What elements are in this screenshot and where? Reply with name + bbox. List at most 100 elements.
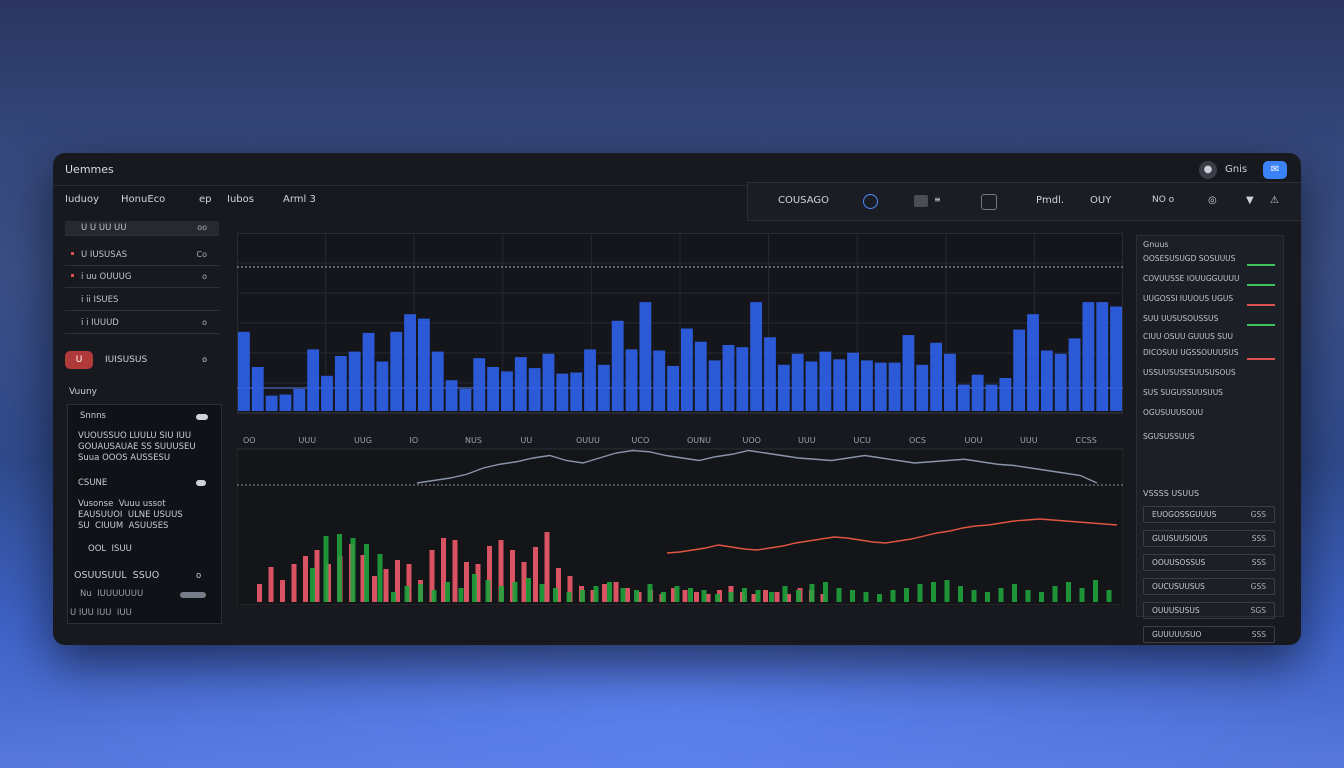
nav-item-2[interactable]: HonuEco — [121, 194, 165, 205]
histogram-bar — [268, 567, 274, 602]
histogram-bar — [1106, 590, 1112, 602]
user-icon[interactable]: ● — [1199, 161, 1217, 179]
field-selector[interactable]: Pmdl. — [1036, 195, 1064, 206]
volume-bar — [334, 356, 347, 411]
volume-bar — [321, 375, 333, 411]
right-box[interactable]: EUOGOSSGUUUS GSS — [1143, 506, 1275, 523]
histogram-bar — [303, 556, 308, 602]
tick-label: UOU — [965, 436, 983, 445]
right-box[interactable]: GUUUUUSUO SSS — [1143, 626, 1275, 643]
chip-selector[interactable]: OUY — [1090, 195, 1111, 206]
volume-bar — [251, 367, 264, 411]
right-list-item[interactable]: SUS SUGUSSUUSUUS — [1143, 388, 1275, 397]
list-item[interactable]: U IUSUSAS Co — [65, 245, 219, 266]
volume-bar — [1027, 314, 1039, 411]
list-item[interactable]: i uu OUUUG o — [65, 267, 219, 288]
histogram-bar — [890, 590, 896, 602]
tick-label: CCSS — [1076, 436, 1097, 445]
circle-icon[interactable] — [863, 194, 878, 209]
left-sidebar: U U UU UU oo U IUSUSAS Co i uu OUUUG o i… — [65, 221, 222, 624]
right-list-item[interactable]: CIUU OSUU GUUUS SUU — [1143, 332, 1275, 341]
alert-icon[interactable]: ⚠ — [1270, 195, 1279, 206]
histogram-bar — [661, 592, 666, 602]
filter-icon[interactable]: ▼ — [1246, 195, 1254, 206]
histogram-bar — [688, 588, 693, 602]
layout-icon[interactable] — [914, 195, 928, 207]
toggle-icon[interactable] — [196, 414, 208, 420]
volume-bar — [1054, 353, 1067, 411]
right-list-item[interactable]: OOSESUSUGD SOSUUUS — [1143, 254, 1275, 263]
list-item[interactable]: i ii ISUES — [65, 290, 219, 311]
list-item[interactable]: U U UU UU oo — [65, 221, 219, 236]
volume-bar — [916, 364, 929, 411]
volume-bar — [944, 353, 956, 411]
symbol-selector[interactable]: COUSAGO — [778, 195, 829, 206]
grid-icon[interactable] — [981, 194, 997, 210]
panel-block-2: Vusonse Vuuu ussot EAUSUUOI ULNE USUUS S… — [78, 499, 183, 531]
histogram-bar — [763, 590, 768, 602]
toggle-icon[interactable] — [196, 480, 206, 486]
volume-bar — [404, 314, 416, 411]
volume-bar — [805, 361, 818, 411]
volume-bar — [584, 349, 596, 411]
histogram-bar — [1066, 582, 1071, 602]
right-list-item[interactable]: SGUSUSSUUS — [1143, 432, 1275, 441]
histogram-bar — [383, 569, 389, 602]
status-bar — [1247, 358, 1275, 360]
volume-bar — [528, 368, 541, 411]
histogram-bar — [769, 592, 774, 602]
histogram-bar — [634, 590, 639, 602]
right-list-item[interactable]: DICOSUU UGSSOUUUSUS — [1143, 348, 1275, 357]
status-bar — [1247, 304, 1275, 306]
right-box-label: OOUUSOSSUS — [1152, 558, 1206, 567]
nav-item-1[interactable]: Iuduoy — [65, 194, 99, 205]
mail-icon[interactable]: ✉ — [1263, 161, 1287, 179]
volume-bar — [238, 331, 250, 411]
right-list-item[interactable]: OGUSUUUSOUU — [1143, 408, 1275, 417]
nav-item-4[interactable]: Iubos — [227, 194, 254, 205]
right-list-item[interactable]: UUGOSSI IUUOUS UGUS — [1143, 294, 1275, 303]
right-list-item[interactable]: SUU UUSUSOUSSUS — [1143, 314, 1275, 323]
right-list-item[interactable]: USSUUSUSESUUSUSOUS — [1143, 368, 1275, 377]
volume-bar — [736, 347, 749, 411]
histogram-bar — [958, 586, 963, 602]
volume-bar — [971, 374, 984, 411]
histogram-bar — [566, 592, 572, 602]
target-icon[interactable]: ◎ — [1208, 195, 1217, 206]
volume-bar — [570, 372, 583, 411]
nav-item-3[interactable]: ep — [199, 194, 212, 205]
favorite-row[interactable]: U IUISUSUS o — [65, 351, 219, 371]
histogram-bar — [1093, 580, 1098, 602]
price-chart[interactable]: OO UUU UUG IO NUS UU OUUU UCO OUNU UOO UUU UCU OCS UO… — [237, 233, 1123, 605]
tick-label: UCO — [632, 436, 650, 445]
volume-bar — [930, 342, 943, 411]
right-list-item[interactable]: COVUUSSE IOUUGGUUUU — [1143, 274, 1275, 283]
histogram-bar — [1012, 584, 1017, 602]
titlebar-label[interactable]: Gnis — [1225, 161, 1247, 179]
right-box[interactable]: OUUUSUSUS SGS — [1143, 602, 1275, 619]
histogram-bar — [553, 588, 558, 602]
histogram-bar — [314, 550, 320, 602]
volume-bar — [999, 378, 1012, 411]
histogram-bar — [257, 584, 262, 602]
histogram-bar — [613, 582, 619, 602]
volume-bar — [639, 302, 652, 411]
right-list-label: UUGOSSI IUUOUS UGUS — [1143, 294, 1234, 303]
right-box-value: SSS — [1251, 534, 1266, 543]
histogram-bar — [701, 590, 707, 602]
histogram-bar — [985, 592, 990, 602]
volume-bar — [459, 389, 472, 411]
right-box[interactable]: OUCUSUUSUS GSS — [1143, 578, 1275, 595]
volume-bar — [625, 349, 638, 411]
volume-bar — [1068, 338, 1081, 411]
right-box[interactable]: OOUUSOSSUS SSS — [1143, 554, 1275, 571]
right-box[interactable]: GUUSUUSIOUS SSS — [1143, 530, 1275, 547]
list-item[interactable]: i i IUUUD o — [65, 313, 219, 334]
slider-icon[interactable] — [180, 592, 206, 598]
nav-item-5[interactable]: Arml 3 — [283, 194, 316, 205]
mode-selector[interactable]: NO o — [1152, 195, 1174, 205]
volume-bar — [985, 384, 998, 411]
histogram-bar — [1039, 592, 1044, 602]
histogram-bar — [971, 590, 977, 602]
histogram-bar — [674, 586, 680, 602]
